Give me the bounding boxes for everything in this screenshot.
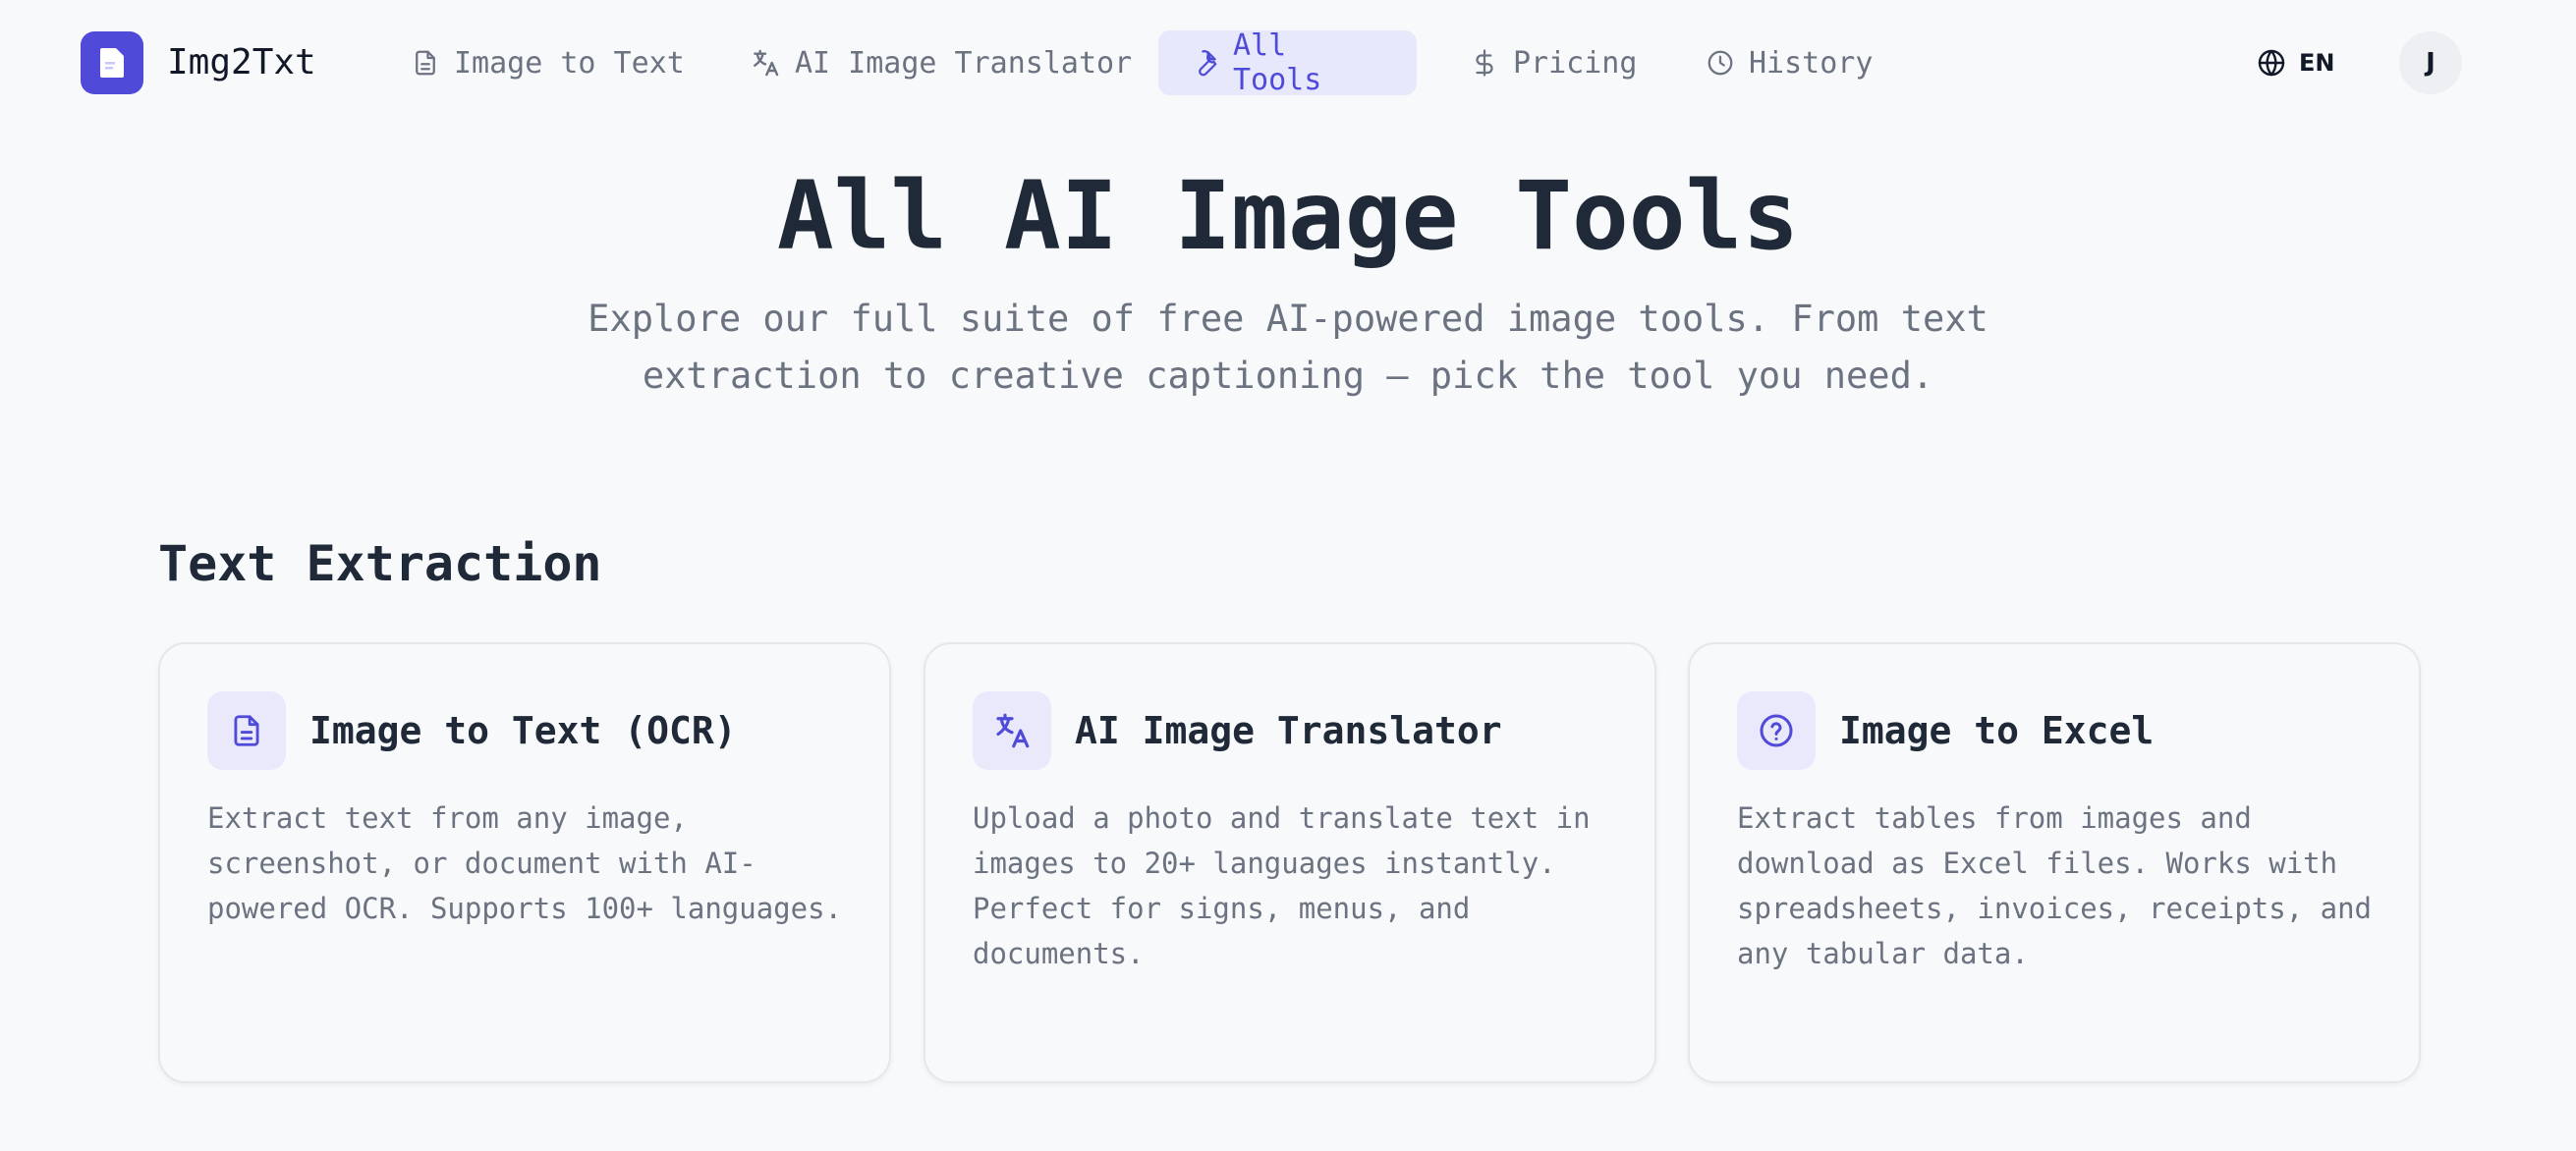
- nav-ai-image-translator-label: AI Image Translator: [795, 45, 1133, 81]
- card-description: Extract tables from images and download …: [1737, 801, 2373, 970]
- card-icon-box: [973, 691, 1051, 770]
- tool-card-ai-image-translator[interactable]: AI Image Translator Upload a photo and t…: [924, 642, 1656, 1083]
- card-title: Image to Text (OCR): [309, 709, 737, 752]
- document-icon: [100, 48, 124, 78]
- top-navbar: Img2Txt Image to Text AI Image Translato…: [0, 0, 2576, 126]
- document-icon: [234, 715, 259, 746]
- page-subtitle-line-2: extraction to creative captioning — pick…: [642, 355, 1934, 397]
- translate-icon: [754, 49, 779, 77]
- nav-all-tools-label: All Tools: [1233, 28, 1322, 97]
- page-title: All AI Image Tools: [776, 161, 1800, 271]
- language-label: EN: [2299, 49, 2335, 77]
- brand-name[interactable]: Img2Txt: [167, 37, 316, 88]
- dollar-icon: [1476, 49, 1493, 77]
- language-selector[interactable]: EN: [2256, 43, 2334, 82]
- card-title: AI Image Translator: [1075, 709, 1502, 752]
- nav-image-to-text-label: Image to Text: [454, 45, 685, 81]
- card-icon-box: [207, 691, 286, 770]
- card-description: Upload a photo and translate text in ima…: [973, 801, 1591, 970]
- nav-ai-image-translator[interactable]: AI Image Translator: [718, 30, 1163, 95]
- nav-image-to-text[interactable]: Image to Text: [379, 30, 716, 95]
- page-subtitle-line-1: Explore our full suite of free AI-powere…: [588, 298, 1988, 340]
- page-subtitle: Explore our full suite of free AI-powere…: [550, 291, 2026, 405]
- translate-icon: [996, 713, 1030, 748]
- brand-logo[interactable]: [81, 31, 143, 94]
- wrench-icon: [1199, 50, 1217, 77]
- question-circle-icon: [1760, 714, 1793, 747]
- card-description: Extract text from any image, screenshot,…: [207, 801, 843, 925]
- globe-icon: [2258, 49, 2285, 77]
- nav-all-tools[interactable]: All Tools: [1158, 28, 1417, 97]
- card-icon-box: [1737, 691, 1816, 770]
- nav-pricing-label: Pricing: [1513, 45, 1638, 81]
- section-title: Text Extraction: [158, 535, 602, 592]
- clock-icon: [1708, 50, 1733, 76]
- tool-card-image-to-text[interactable]: Image to Text (OCR) Extract text from an…: [158, 642, 891, 1083]
- nav-pricing[interactable]: Pricing: [1438, 30, 1668, 95]
- tool-card-image-to-excel[interactable]: Image to Excel Extract tables from image…: [1688, 642, 2421, 1083]
- nav-history[interactable]: History: [1674, 30, 1904, 95]
- nav-history-label: History: [1749, 45, 1874, 81]
- card-title: Image to Excel: [1839, 709, 2155, 752]
- user-avatar[interactable]: J: [2399, 31, 2462, 94]
- document-icon: [416, 50, 435, 76]
